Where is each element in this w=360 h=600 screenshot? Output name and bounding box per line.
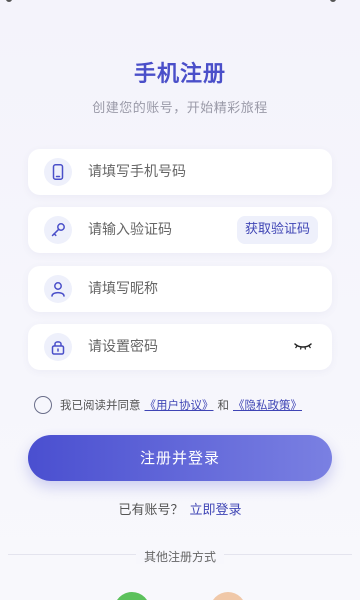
other-methods-label-wrap: 其他注册方式 [0,546,360,565]
key-icon [44,216,72,244]
password-field[interactable]: 请设置密码 [28,324,332,370]
login-link[interactable]: 立即登录 [190,503,242,518]
user-icon [44,275,72,303]
qq-icon[interactable] [210,592,246,600]
register-login-button[interactable]: 注册并登录 [28,435,332,481]
agreement-row: 我已阅读并同意 《用户协议》 和 《隐私政策》 [34,396,306,414]
nickname-placeholder: 请填写昵称 [88,281,158,297]
phone-icon [44,158,72,186]
get-code-button[interactable]: 获取验证码 [236,216,318,244]
have-account-text: 已有账号？ [118,503,184,518]
status-indicator [330,0,336,2]
phone-placeholder: 请填写手机号码 [88,164,186,180]
login-row: 已有账号？ 立即登录 [0,499,360,518]
page-title: 手机注册 [133,62,226,87]
eye-closed-icon[interactable] [294,339,312,353]
password-placeholder: 请设置密码 [88,339,158,355]
phone-field[interactable]: 请填写手机号码 [28,149,332,195]
user-agreement-link[interactable]: 《用户协议》 [145,397,214,413]
wechat-icon[interactable] [114,592,150,600]
lock-icon [44,333,72,361]
status-indicator [6,0,12,2]
agreement-and: 和 [217,398,230,412]
verification-code-field[interactable]: 请输入验证码 获取验证码 [28,207,332,253]
other-methods-label: 其他注册方式 [135,550,224,564]
code-placeholder: 请输入验证码 [88,222,172,238]
status-bar [0,0,360,6]
agreement-prefix: 我已阅读并同意 [60,398,141,412]
page-subtitle: 创建您的账号，开始精彩旅程 [92,101,268,116]
privacy-policy-link[interactable]: 《隐私政策》 [233,397,302,413]
nickname-field[interactable]: 请填写昵称 [28,266,332,312]
agree-radio[interactable] [34,396,52,414]
